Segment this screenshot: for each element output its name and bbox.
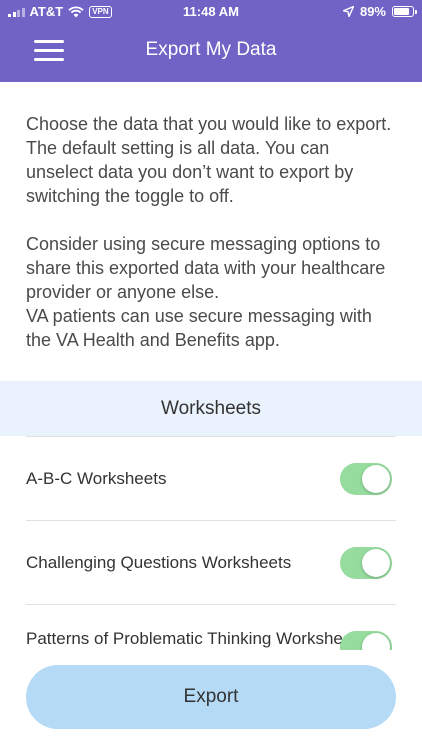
list-item: Patterns of Problematic Thinking Workshe…	[26, 604, 396, 650]
intro-text: Choose the data that you would like to e…	[26, 112, 401, 376]
toggle-knob	[362, 465, 390, 493]
location-arrow-icon	[342, 6, 354, 17]
item-label: Challenging Questions Worksheets	[26, 553, 292, 572]
app-header: Export My Data	[0, 24, 422, 82]
item-label: A-B-C Worksheets	[26, 469, 167, 488]
toggle-knob	[362, 549, 390, 577]
status-right: 89%	[342, 4, 417, 19]
toggle-switch[interactable]	[340, 547, 392, 579]
intro-paragraph-2-line-1: Consider using secure messaging options …	[26, 234, 386, 302]
status-bar: AT&T VPN 11:48 AM 89%	[0, 0, 422, 24]
list-item: A-B-C Worksheets	[26, 436, 396, 520]
intro-paragraph-2: Consider using secure messaging options …	[26, 232, 401, 352]
toggle-knob	[362, 633, 390, 650]
page-title: Export My Data	[145, 39, 277, 60]
export-button[interactable]: Export	[26, 665, 396, 729]
battery-icon	[392, 6, 417, 17]
worksheet-toggle-list: A-B-C Worksheets Challenging Questions W…	[26, 436, 396, 650]
section-header-worksheets: Worksheets	[0, 381, 422, 436]
intro-paragraph-1: Choose the data that you would like to e…	[26, 114, 392, 206]
battery-percent: 89%	[359, 4, 386, 19]
item-label: Patterns of Problematic Thinking Workshe…	[26, 629, 366, 648]
intro-paragraph-2-line-2: VA patients can use secure messaging wit…	[26, 306, 372, 350]
list-item: Challenging Questions Worksheets	[26, 520, 396, 604]
toggle-switch[interactable]	[340, 631, 392, 650]
toggle-switch[interactable]	[340, 463, 392, 495]
